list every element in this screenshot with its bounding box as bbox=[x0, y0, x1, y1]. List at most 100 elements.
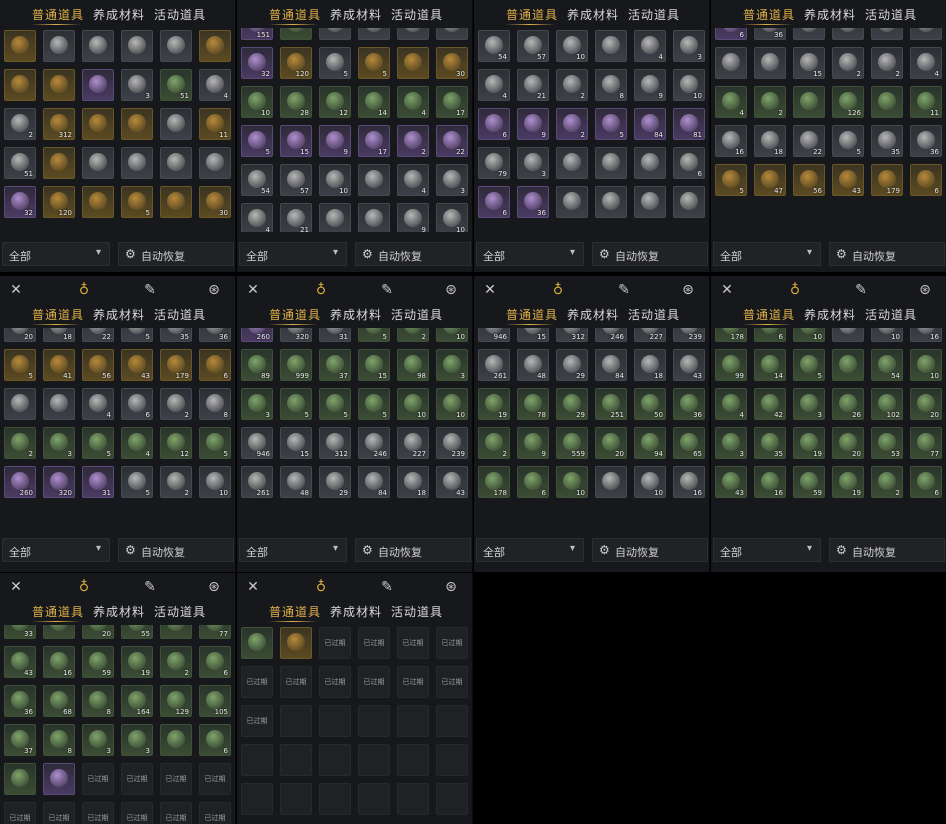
item-slot[interactable]: 19 bbox=[832, 466, 864, 498]
item-slot[interactable]: 5 bbox=[241, 125, 273, 157]
item-slot[interactable]: 17 bbox=[436, 86, 468, 118]
item-slot[interactable]: 2 bbox=[160, 646, 192, 678]
tab-event-items[interactable]: 活动道具 bbox=[391, 603, 443, 620]
tab-cultivation-materials[interactable]: 养成材料 bbox=[330, 603, 382, 620]
item-slot[interactable]: 19 bbox=[478, 388, 510, 420]
item-slot[interactable]: 178 bbox=[715, 328, 747, 342]
item-slot[interactable]: 6 bbox=[478, 186, 510, 218]
item-slot[interactable]: 48 bbox=[517, 349, 549, 381]
item-slot[interactable] bbox=[397, 47, 429, 79]
item-slot[interactable]: 9 bbox=[517, 108, 549, 140]
item-slot[interactable]: 246 bbox=[595, 328, 627, 342]
item-slot[interactable]: 8 bbox=[199, 388, 231, 420]
item-slot[interactable]: 5 bbox=[832, 125, 864, 157]
item-slot[interactable]: 15 bbox=[280, 125, 312, 157]
item-slot[interactable] bbox=[43, 625, 75, 639]
item-slot[interactable] bbox=[754, 47, 786, 79]
item-slot[interactable] bbox=[160, 186, 192, 218]
item-slot[interactable] bbox=[397, 705, 429, 737]
item-slot[interactable]: 2 bbox=[397, 328, 429, 342]
item-slot[interactable]: 41 bbox=[43, 349, 75, 381]
item-slot[interactable]: 已过期 bbox=[82, 802, 114, 824]
item-slot[interactable] bbox=[319, 28, 351, 40]
item-slot[interactable]: 已过期 bbox=[397, 666, 429, 698]
item-slot[interactable]: 9 bbox=[397, 203, 429, 232]
filter-dropdown[interactable]: 全部 ▾ bbox=[476, 538, 584, 562]
item-slot[interactable]: 178 bbox=[478, 466, 510, 498]
item-slot[interactable]: 10 bbox=[634, 466, 666, 498]
item-slot[interactable]: 35 bbox=[754, 427, 786, 459]
item-slot[interactable]: 10 bbox=[436, 388, 468, 420]
item-slot[interactable] bbox=[241, 744, 273, 776]
item-slot[interactable] bbox=[595, 466, 627, 498]
item-slot[interactable]: 312 bbox=[43, 108, 75, 140]
tab-event-items[interactable]: 活动道具 bbox=[154, 603, 206, 620]
item-slot[interactable]: 9 bbox=[319, 125, 351, 157]
item-slot[interactable]: 35 bbox=[160, 328, 192, 342]
item-slot[interactable]: 16 bbox=[673, 466, 705, 498]
item-slot[interactable]: 50 bbox=[634, 388, 666, 420]
item-slot[interactable]: 已过期 bbox=[241, 705, 273, 737]
item-slot[interactable]: 179 bbox=[160, 349, 192, 381]
filter-dropdown[interactable]: 全部 ▾ bbox=[239, 538, 347, 562]
item-slot[interactable]: 47 bbox=[754, 164, 786, 196]
money-bag-icon[interactable]: ♁ bbox=[76, 282, 92, 298]
crossed-swords-icon[interactable]: ✕ bbox=[245, 579, 261, 595]
brush-icon[interactable]: ✎ bbox=[142, 579, 158, 595]
item-slot[interactable]: 312 bbox=[319, 427, 351, 459]
item-slot[interactable] bbox=[160, 147, 192, 179]
location-pin-icon[interactable]: ⊛ bbox=[206, 579, 222, 595]
item-slot[interactable]: 2 bbox=[4, 427, 36, 459]
item-slot[interactable]: 19 bbox=[793, 427, 825, 459]
item-slot[interactable] bbox=[82, 69, 114, 101]
tab-cultivation-materials[interactable]: 养成材料 bbox=[330, 6, 382, 23]
item-slot[interactable]: 已过期 bbox=[358, 627, 390, 659]
item-slot[interactable] bbox=[556, 147, 588, 179]
auto-restore-button[interactable]: ⚙ 自动恢复 bbox=[829, 538, 945, 562]
item-slot[interactable]: 251 bbox=[595, 388, 627, 420]
tab-cultivation-materials[interactable]: 养成材料 bbox=[93, 603, 145, 620]
item-slot[interactable]: 4 bbox=[121, 427, 153, 459]
item-slot[interactable] bbox=[358, 28, 390, 40]
item-slot[interactable]: 10 bbox=[397, 388, 429, 420]
filter-dropdown[interactable]: 全部 ▾ bbox=[476, 242, 584, 266]
location-pin-icon[interactable]: ⊛ bbox=[680, 282, 696, 298]
item-slot[interactable]: 已过期 bbox=[319, 666, 351, 698]
item-slot[interactable]: 3 bbox=[793, 388, 825, 420]
item-slot[interactable]: 5 bbox=[358, 388, 390, 420]
item-slot[interactable]: 94 bbox=[634, 427, 666, 459]
item-slot[interactable] bbox=[673, 186, 705, 218]
item-slot[interactable] bbox=[595, 30, 627, 62]
location-pin-icon[interactable]: ⊛ bbox=[206, 282, 222, 298]
item-slot[interactable]: 5 bbox=[121, 466, 153, 498]
item-slot[interactable]: 20 bbox=[82, 625, 114, 639]
item-slot[interactable]: 5 bbox=[595, 108, 627, 140]
item-slot[interactable]: 77 bbox=[910, 427, 942, 459]
item-slot[interactable]: 3 bbox=[436, 349, 468, 381]
item-slot[interactable]: 3 bbox=[241, 388, 273, 420]
item-slot[interactable]: 68 bbox=[43, 685, 75, 717]
item-slot[interactable]: 11 bbox=[199, 108, 231, 140]
item-slot[interactable] bbox=[871, 28, 903, 40]
item-slot[interactable]: 261 bbox=[241, 466, 273, 498]
item-slot[interactable]: 5 bbox=[121, 186, 153, 218]
item-slot[interactable]: 51 bbox=[160, 69, 192, 101]
item-slot[interactable]: 20 bbox=[832, 427, 864, 459]
item-slot[interactable]: 227 bbox=[634, 328, 666, 342]
item-slot[interactable]: 36 bbox=[910, 125, 942, 157]
item-slot[interactable]: 2 bbox=[397, 125, 429, 157]
item-slot[interactable]: 已过期 bbox=[436, 627, 468, 659]
location-pin-icon[interactable]: ⊛ bbox=[443, 282, 459, 298]
item-slot[interactable] bbox=[160, 30, 192, 62]
brush-icon[interactable]: ✎ bbox=[379, 579, 395, 595]
item-slot[interactable] bbox=[832, 28, 864, 40]
item-slot[interactable]: 31 bbox=[82, 466, 114, 498]
item-slot[interactable]: 12 bbox=[160, 427, 192, 459]
item-slot[interactable]: 43 bbox=[436, 466, 468, 498]
item-slot[interactable] bbox=[4, 69, 36, 101]
item-slot[interactable] bbox=[319, 203, 351, 232]
item-slot[interactable]: 54 bbox=[478, 30, 510, 62]
item-slot[interactable]: 999 bbox=[280, 349, 312, 381]
brush-icon[interactable]: ✎ bbox=[616, 282, 632, 298]
item-slot[interactable]: 10 bbox=[673, 69, 705, 101]
